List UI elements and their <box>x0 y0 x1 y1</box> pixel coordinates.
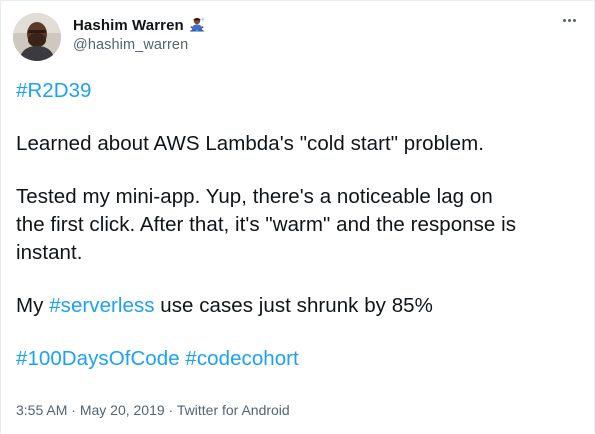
tweet-paragraph-2: Learned about AWS Lambda's "cold start" … <box>16 132 484 155</box>
tweet-paragraph-3: Tested my mini-app. Yup, there's a notic… <box>16 183 581 267</box>
tweet-line: the first click. After that, it's "warm"… <box>16 213 516 236</box>
tweet-text: #R2D39 Learned about AWS Lambda's "cold … <box>16 77 581 373</box>
tweet-paragraph-1: #R2D39 <box>16 77 581 105</box>
profile-photo-icon <box>13 13 61 61</box>
tweet-paragraph-4: My #serverless use cases just shrunk by … <box>16 292 581 320</box>
tweet-text-segment: use cases just shrunk by 85% <box>154 294 433 317</box>
more-options-button[interactable] <box>558 11 580 29</box>
more-horizontal-icon <box>572 18 576 22</box>
display-name-row: Hashim Warren <box>73 15 206 35</box>
hashtag-serverless-link[interactable]: #serverless <box>49 294 154 317</box>
hashtag-codecohort-link[interactable]: #codecohort <box>185 347 298 370</box>
tweet-time-link[interactable]: 3:55 AM <box>16 402 67 418</box>
person-in-lotus-position-icon <box>188 16 206 34</box>
more-horizontal-icon <box>567 18 571 22</box>
more-horizontal-icon <box>562 18 566 22</box>
author-handle[interactable]: @hashim_warren <box>73 37 206 53</box>
tweet-paragraph-5: #100DaysOfCode #codecohort <box>16 345 581 373</box>
meta-separator: · <box>164 402 177 418</box>
hashtag-100daysofcode-link[interactable]: #100DaysOfCode <box>16 347 180 370</box>
tweet-line: Tested my mini-app. Yup, there's a notic… <box>16 185 493 208</box>
meta-separator: · <box>67 402 80 418</box>
author-display-name[interactable]: Hashim Warren <box>73 17 184 34</box>
tweet-card: Hashim Warren @hashim_warren #R2D39 Lear… <box>0 0 595 433</box>
tweet-line: instant. <box>16 241 83 264</box>
author-info: Hashim Warren @hashim_warren <box>73 15 206 53</box>
tweet-metadata: 3:55 AM · May 20, 2019 · Twitter for And… <box>16 402 290 418</box>
tweet-date-link[interactable]: May 20, 2019 <box>80 402 165 418</box>
hashtag-r2d39-link[interactable]: #R2D39 <box>16 79 92 102</box>
avatar[interactable] <box>13 13 61 61</box>
tweet-text-segment: My <box>16 294 50 317</box>
tweet-source-link[interactable]: Twitter for Android <box>177 402 290 418</box>
